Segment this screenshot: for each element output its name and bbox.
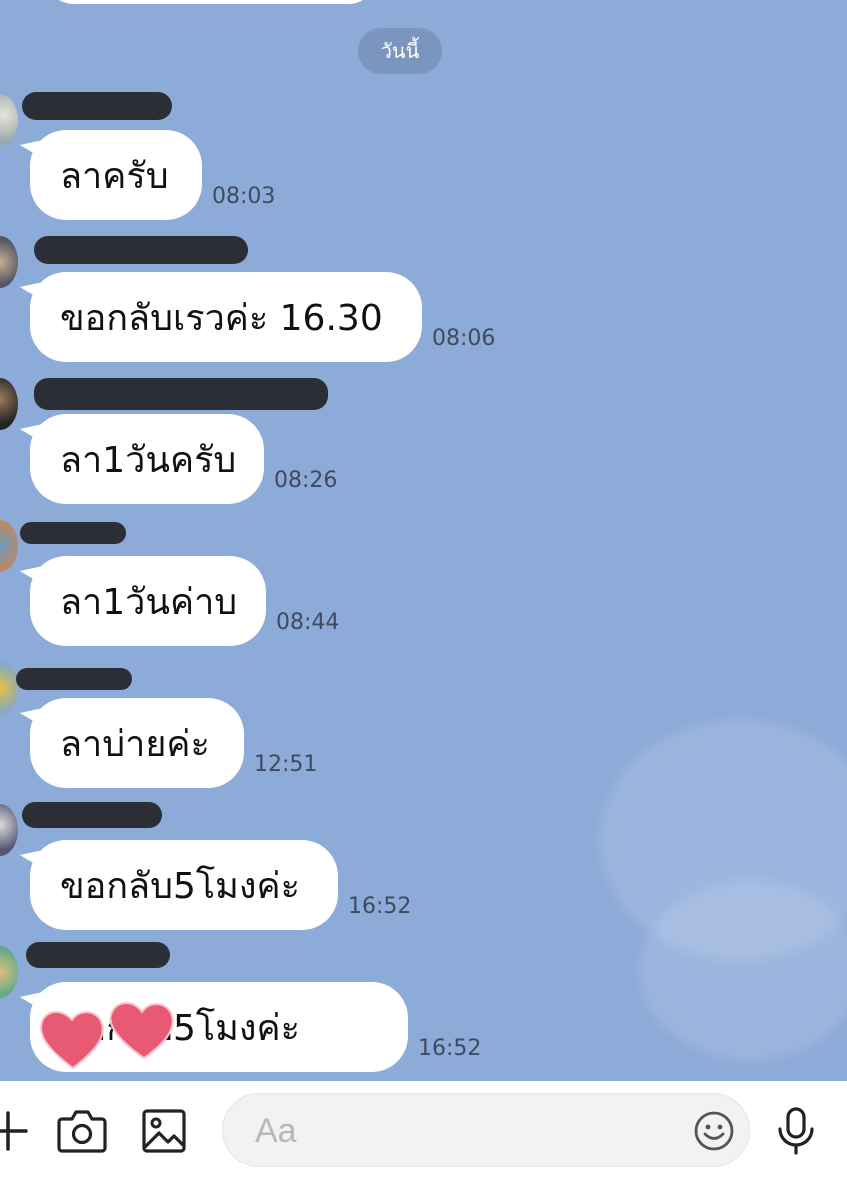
message-text: ลา1วันค่าบ [60,581,238,623]
heart-sticker-icon [40,1002,174,1070]
background-cloud [640,880,847,1060]
avatar[interactable] [0,946,18,998]
avatar[interactable] [0,662,18,714]
message-time: 08:03 [212,184,276,209]
microphone-icon[interactable] [766,1101,826,1161]
date-label: วันนี้ [380,39,420,63]
emoji-icon[interactable] [693,1110,735,1152]
avatar[interactable] [0,236,18,288]
message-text-field[interactable] [222,1093,750,1168]
message-time: 08:06 [432,326,496,351]
image-icon[interactable] [134,1101,194,1161]
sender-name-redacted [26,942,170,968]
date-separator: วันนี้ [358,28,442,74]
chat-area[interactable]: วันนี้ ลาครับ 08:03 ขอกลับเรวค่ะ 16.30 0… [0,0,847,1081]
message-time: 12:51 [254,752,318,777]
message-time: 16:52 [348,894,412,919]
message-time: 08:44 [276,610,340,635]
message-bubble[interactable]: ลา1วันครับ [30,414,264,504]
message-text: ลาครับ [60,155,169,197]
message-time: 08:26 [274,468,338,493]
sender-name-redacted [34,378,328,410]
sender-name-redacted [20,522,126,544]
message-bubble[interactable]: ขอกลับ5โมงค่ะ [30,840,338,930]
sender-name-redacted [22,802,162,828]
message-bubble[interactable]: ลา1วันค่าบ [30,556,266,646]
message-time: 16:52 [418,1036,482,1061]
avatar[interactable] [0,94,18,146]
message-text: ลา1วันครับ [60,439,237,481]
avatar[interactable] [0,378,18,430]
message-bubble[interactable]: ลาครับ [30,130,202,220]
message-input[interactable] [253,1094,677,1168]
message-bubble[interactable]: ขอกลับเรวค่ะ 16.30 [30,272,422,362]
message-text: ขอกลับ5โมงค่ะ [60,865,300,907]
plus-icon[interactable] [0,1101,40,1161]
message-text: ลาบ่ายค่ะ [60,723,210,765]
message-input-bar [0,1081,847,1179]
message-text: ขอกลับเรวค่ะ 16.30 [60,297,383,339]
message-bubble[interactable]: ลาบ่ายค่ะ [30,698,244,788]
avatar[interactable] [0,520,18,572]
sender-name-redacted [16,668,132,690]
sender-name-redacted [34,236,248,264]
previous-message-bubble [44,0,378,4]
avatar[interactable] [0,804,18,856]
camera-icon[interactable] [52,1101,112,1161]
sender-name-redacted [22,92,172,120]
